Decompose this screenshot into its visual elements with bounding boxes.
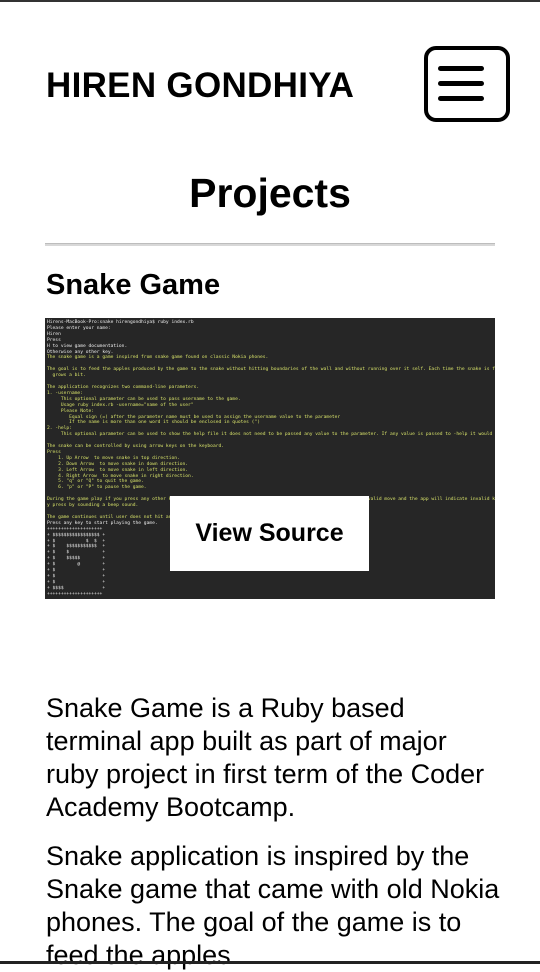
terminal-line: ++++++++++++++++++++ (47, 591, 103, 597)
top-border (0, 0, 540, 2)
menu-line (438, 66, 484, 71)
page-title: Projects (189, 170, 351, 216)
menu-line (438, 96, 484, 101)
terminal-line: This optional parameter can be used to s… (47, 432, 495, 438)
terminal-line: The goal is to feed the apples produced … (47, 367, 495, 373)
project-description: Snake application is inspired by the Sna… (46, 841, 500, 970)
project-description: Snake Game is a Ruby based terminal app … (46, 693, 485, 822)
view-source-button[interactable]: View Source (170, 496, 369, 571)
site-header: HIREN GONDHIYA (46, 46, 510, 122)
site-brand[interactable]: HIREN GONDHIYA (46, 66, 354, 106)
menu-line (438, 81, 484, 86)
section-divider (45, 243, 495, 246)
hamburger-menu-icon[interactable] (424, 46, 510, 122)
project-title: Snake Game (46, 269, 221, 301)
